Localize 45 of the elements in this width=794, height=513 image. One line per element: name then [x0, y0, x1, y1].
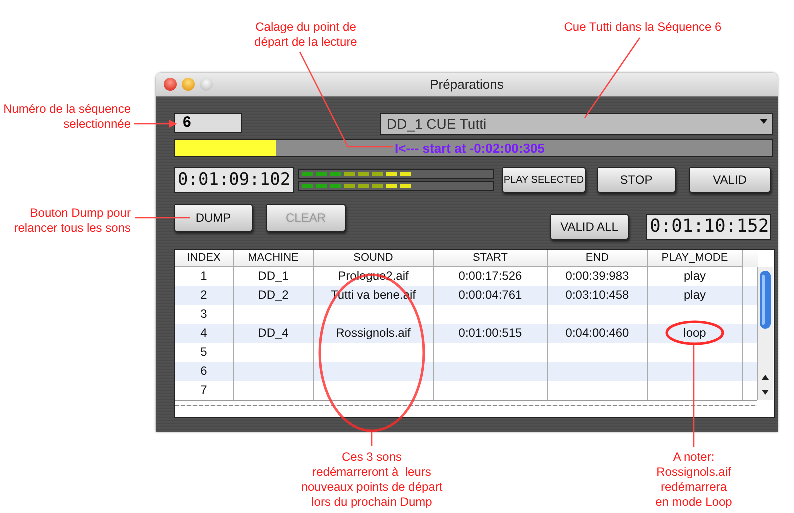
table-cell: DD_2	[234, 286, 314, 305]
table-cell: 0:00:04:761	[434, 286, 548, 305]
table-cell: Rossignols.aif	[314, 324, 434, 343]
window-title: Préparations	[430, 77, 504, 92]
table-cell: 4	[175, 324, 234, 343]
close-icon[interactable]	[164, 78, 177, 91]
column-header[interactable]: END	[548, 250, 648, 267]
table-cell: 0:03:10:458	[548, 286, 648, 305]
table-cell: 6	[175, 362, 234, 381]
time-display: 0:01:10:152	[646, 214, 771, 240]
table-cell: 0:01:00:515	[434, 324, 548, 343]
annotation-text: A noter: Rossignols.aif redémarrera en mode Loop	[654, 450, 734, 510]
start-position-label: I<--- start at -0:02:00:305	[395, 141, 545, 156]
time-display: 0:01:09:102	[174, 167, 294, 193]
caret-icon[interactable]	[760, 119, 768, 124]
play-selected-button[interactable]: PLAY SELECTED	[502, 167, 586, 193]
leader-line	[134, 120, 178, 128]
valid-all-button[interactable]: VALID ALL	[550, 214, 629, 240]
column-header[interactable]: SOUND	[314, 250, 434, 267]
valid-button[interactable]: VALID	[689, 167, 771, 193]
table-cell: 2	[175, 286, 234, 305]
cue-dropdown[interactable]: DD_1 CUE Tutti	[380, 113, 773, 135]
table-cell: 0:04:00:460	[548, 324, 648, 343]
leader-line	[371, 432, 373, 446]
annotation-text: Numéro de la séquence selectionnée	[2, 102, 131, 132]
column-header[interactable]: START	[434, 250, 548, 267]
stop-button[interactable]: STOP	[597, 167, 676, 193]
sequence-field[interactable]: 6	[174, 113, 242, 133]
scrollbar[interactable]	[758, 267, 773, 400]
annotation-text: Calage du point de départ de la lecture	[254, 20, 358, 50]
table-row[interactable]: 4 DD_4 Rossignols.aif 0:01:00:515 0:04:00:460 loop	[175, 324, 758, 343]
leader-line	[135, 217, 190, 219]
annotation-text: Ces 3 sons redémarreront à leurs nouveaux points de départ lors du prochain Dump	[300, 450, 444, 510]
column-header[interactable]: MACHINE	[234, 250, 314, 267]
minimize-icon[interactable]	[182, 78, 195, 91]
table-row[interactable]: 6	[175, 362, 758, 381]
annotation-text: Bouton Dump pour relancer tous les sons	[13, 206, 131, 236]
column-header[interactable]: INDEX	[175, 250, 234, 267]
annotation-text: Cue Tutti dans la Séquence 6	[563, 20, 723, 35]
table-cell: DD_4	[234, 324, 314, 343]
highlight-ellipse	[666, 320, 724, 346]
table-cell: play	[648, 286, 743, 305]
table-cell: loop	[648, 324, 743, 343]
column-header[interactable]: PLAY_MODE	[648, 250, 743, 267]
dump-button[interactable]: DUMP	[174, 204, 253, 232]
